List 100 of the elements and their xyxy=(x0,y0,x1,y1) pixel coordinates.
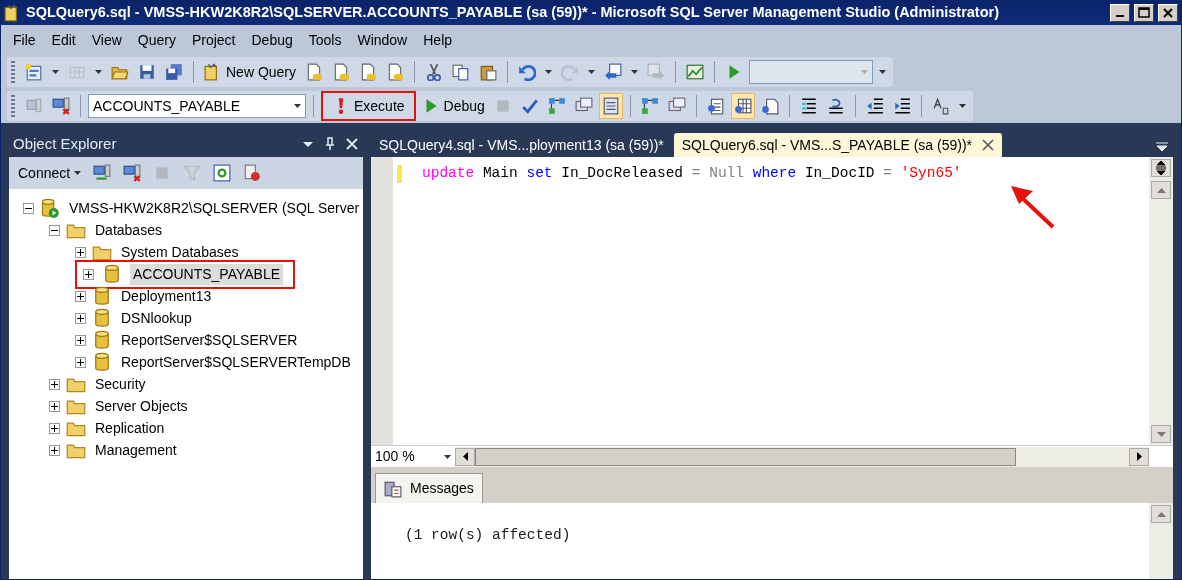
left-arrow-icon xyxy=(462,452,468,461)
caret-icon xyxy=(52,70,59,74)
plus-icon xyxy=(51,402,58,410)
pin-button[interactable] xyxy=(323,137,337,151)
database-icon xyxy=(92,286,112,306)
results-tab[interactable]: Messages xyxy=(375,473,483,503)
expand-toggle[interactable] xyxy=(49,378,60,390)
font-icon xyxy=(931,97,950,115)
tree-item[interactable]: Replication xyxy=(92,417,168,439)
indent-icon xyxy=(892,97,911,115)
editor-tab[interactable]: SQLQuery6.sql - VMS...S_PAYABLE (sa (59))* xyxy=(673,133,1002,157)
annotation-arrow xyxy=(1011,186,1055,229)
expand-toggle[interactable] xyxy=(75,356,86,368)
minimize-button[interactable] xyxy=(1110,4,1130,22)
tree-item[interactable]: Management xyxy=(92,439,180,461)
zoom-dropdown[interactable]: 100 % xyxy=(371,446,455,467)
plus-icon xyxy=(77,314,84,322)
expand-toggle[interactable] xyxy=(75,312,86,324)
document-icon xyxy=(305,63,324,81)
expand-toggle[interactable] xyxy=(75,290,86,302)
collapse-toggle[interactable] xyxy=(49,224,60,236)
menu-item[interactable]: View xyxy=(83,27,130,53)
outdent-icon xyxy=(865,97,884,115)
minimize-icon xyxy=(1116,15,1124,17)
expand-toggle[interactable] xyxy=(49,422,60,434)
document-icon xyxy=(359,63,378,81)
check-icon xyxy=(520,97,539,115)
document-icon xyxy=(386,63,405,81)
include-plan-button[interactable] xyxy=(598,93,623,119)
results-to-grid-button[interactable] xyxy=(730,93,755,119)
tree-item[interactable]: System Databases xyxy=(118,241,242,263)
split-button[interactable] xyxy=(1151,159,1171,177)
tree-item[interactable]: ReportServer$SQLSERVERTempDB xyxy=(118,351,354,373)
connect-button[interactable]: Connect xyxy=(15,160,85,186)
tree-item[interactable]: Databases xyxy=(92,219,165,241)
editor-tab[interactable]: SQLQuery4.sql - VMS...ployment13 (sa (59))* xyxy=(371,133,672,157)
right-arrow-icon xyxy=(1136,452,1142,461)
collapse-toggle[interactable] xyxy=(23,202,34,214)
refresh-icon xyxy=(213,164,232,182)
plus-icon xyxy=(77,336,84,344)
menu-item[interactable]: Tools xyxy=(300,27,350,53)
expand-toggle[interactable] xyxy=(49,400,60,412)
tree-item[interactable]: Deployment13 xyxy=(118,285,215,307)
caret-icon xyxy=(588,70,596,74)
tree-item[interactable]: Server Objects xyxy=(92,395,191,417)
scroll-left-button[interactable] xyxy=(455,447,475,466)
redo-icon xyxy=(561,63,580,81)
debug-button[interactable]: Debug xyxy=(418,93,488,119)
scrollbar-thumb[interactable] xyxy=(475,447,1017,466)
caret-icon xyxy=(294,104,301,108)
message-text: (1 row(s) affected) xyxy=(405,526,572,545)
close-button[interactable] xyxy=(345,137,359,151)
new-query-button[interactable]: New Query xyxy=(201,59,300,85)
plan-icon xyxy=(547,97,566,115)
execute-button[interactable]: Execute xyxy=(323,93,414,119)
menu-item[interactable]: Project xyxy=(183,27,244,53)
back-icon xyxy=(604,63,623,81)
database-icon xyxy=(92,352,112,372)
expand-toggle[interactable] xyxy=(49,444,60,456)
tree-item[interactable]: ReportServer$SQLSERVER xyxy=(118,329,301,351)
disconnect-icon xyxy=(52,97,70,115)
maximize-button[interactable] xyxy=(1134,4,1154,22)
menu-item[interactable]: Query xyxy=(129,27,184,53)
tree-item[interactable]: DSNlookup xyxy=(118,307,195,329)
menu-item[interactable]: Debug xyxy=(243,27,301,53)
server-db-icon xyxy=(40,198,60,218)
tree-item[interactable]: Security xyxy=(92,373,149,395)
uncomment-icon xyxy=(826,97,845,115)
up-arrow-icon xyxy=(1156,511,1166,517)
chart-icon xyxy=(686,63,705,81)
minus-icon xyxy=(51,229,58,231)
scroll-up-button[interactable] xyxy=(1151,505,1171,523)
tab-list-button[interactable] xyxy=(1155,141,1169,153)
menu-item[interactable]: Help xyxy=(415,27,461,53)
menu-item[interactable]: Edit xyxy=(43,27,84,53)
plus-icon xyxy=(51,446,58,454)
tree-item[interactable]: ACCOUNTS_PAYABLE xyxy=(130,263,284,285)
database-icon xyxy=(102,264,122,284)
menu-item[interactable]: Window xyxy=(349,27,416,53)
caret-icon xyxy=(444,454,451,459)
save-icon xyxy=(138,63,156,81)
database-dropdown[interactable]: ACCOUNTS_PAYABLE xyxy=(88,94,306,118)
plus-icon xyxy=(51,424,58,432)
expand-toggle[interactable] xyxy=(83,268,94,280)
paste-icon xyxy=(479,63,498,81)
messages-icon xyxy=(384,479,402,498)
tree-item[interactable]: VMSS-HKW2K8R2\SQLSERVER (SQL Server xyxy=(66,197,363,219)
undo-icon xyxy=(518,63,537,81)
menu-item[interactable]: File xyxy=(5,27,44,53)
expand-toggle[interactable] xyxy=(75,246,86,258)
caret-icon xyxy=(74,171,82,175)
save-all-icon xyxy=(165,63,183,81)
code-line: update Main set In_DocReleased = Null where In_DocID = 'Syn65' xyxy=(422,164,962,183)
expand-toggle[interactable] xyxy=(75,334,86,346)
caret-icon xyxy=(861,70,869,74)
minus-icon xyxy=(25,207,32,209)
scroll-right-button[interactable] xyxy=(1129,447,1149,466)
file-results-icon xyxy=(760,97,779,115)
copy-icon xyxy=(452,63,471,81)
close-icon xyxy=(1161,6,1175,20)
